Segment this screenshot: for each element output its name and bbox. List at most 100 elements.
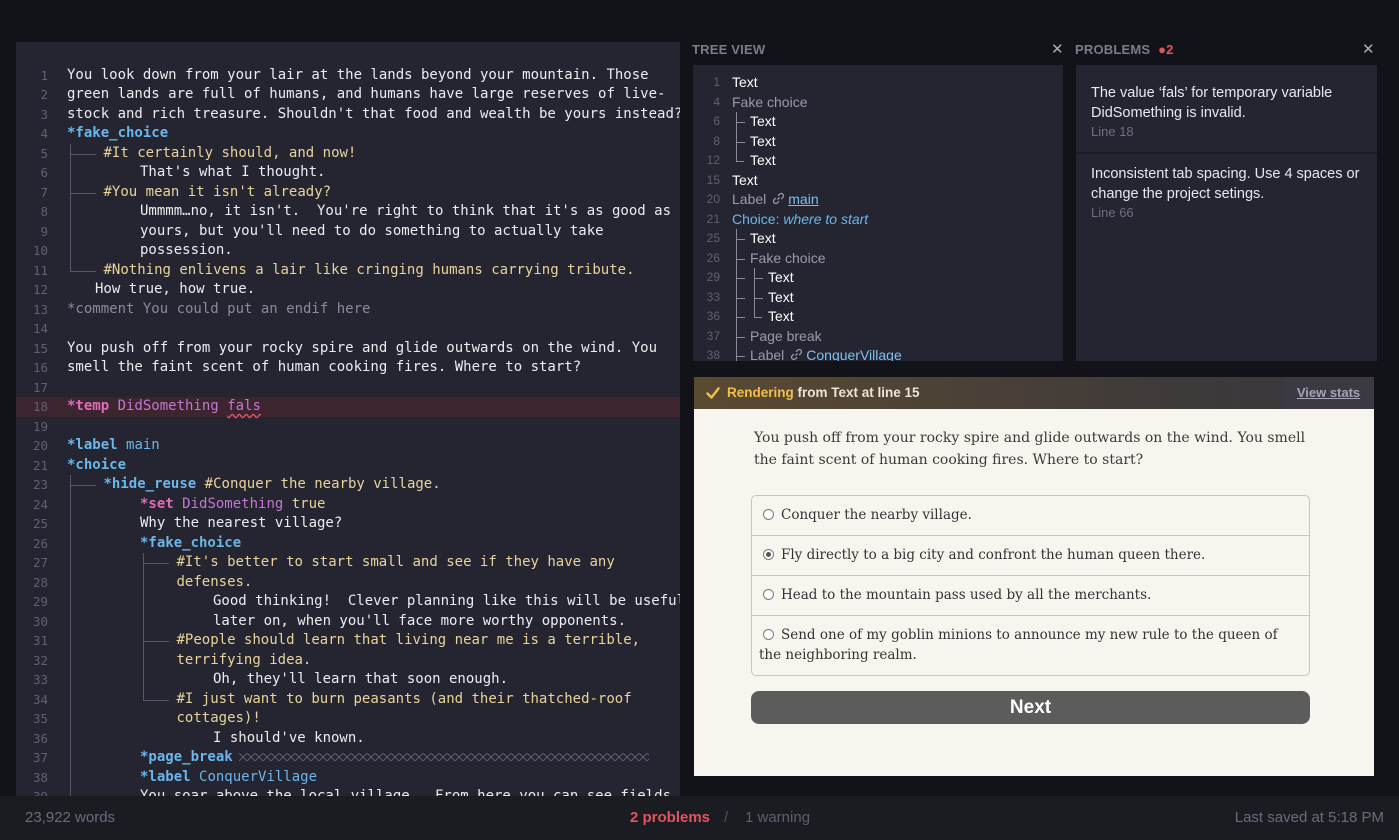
choice-list: Conquer the nearby village. Fly directly … [751, 495, 1310, 676]
code-line[interactable]: 3 stock and rich treasure. Shouldn't that… [16, 105, 680, 125]
tree-node[interactable]: 4 Fake choice [693, 93, 1063, 113]
choice-option[interactable]: Conquer the nearby village. [752, 496, 1309, 535]
tree-node-type: Text [768, 269, 794, 285]
radio-button[interactable] [763, 629, 774, 640]
warnings-count-link[interactable]: 1 warning [745, 809, 810, 826]
code-line[interactable]: 7 #You mean it isn't already? [16, 182, 680, 203]
code-line[interactable]: 28 defenses. [16, 572, 680, 593]
indent-guide [104, 729, 141, 749]
tree-node[interactable]: 8 Text [693, 131, 1063, 151]
line-number: 6 [40, 165, 48, 180]
next-button[interactable]: Next [751, 691, 1310, 724]
tree-node[interactable]: 33 Text [693, 287, 1063, 307]
code-line[interactable]: 2 green lands are full of humans, and hum… [16, 85, 680, 105]
tree-node[interactable]: 26 Fake choice [693, 248, 1063, 268]
tree-node[interactable]: 25 Text [693, 229, 1063, 249]
code-line[interactable]: 15 You push off from your rocky spire and… [16, 339, 680, 359]
code-line[interactable]: 8 Ummmm…no, it isn't. You're right to thi… [16, 202, 680, 222]
rendering-status: Rendering from Text at line 15 [727, 377, 920, 409]
indent-guide [67, 241, 104, 261]
problem-item[interactable]: Inconsistent tab spacing. Use 4 spaces o… [1076, 165, 1377, 220]
tree-node[interactable]: 15 Text [693, 171, 1063, 191]
tree-node[interactable]: 36 Text [693, 307, 1063, 327]
code-line[interactable]: 11 #Nothing enlivens a lair like cringing… [16, 260, 680, 281]
tree-view-close-icon[interactable]: ✕ [1051, 40, 1064, 58]
tree-node[interactable]: 37 Page break [693, 326, 1063, 346]
code-line[interactable]: 1 You look down from your lair at the lan… [16, 66, 680, 86]
indent-guide [177, 612, 214, 632]
tree-node[interactable]: 21 Choice: where to start [693, 210, 1063, 230]
code-line[interactable]: 37 *page_break [16, 748, 680, 768]
code-line[interactable]: 20 *label main [16, 436, 680, 456]
problems-count-link[interactable]: 2 problems [630, 809, 710, 826]
radio-button[interactable] [763, 589, 774, 600]
code-line[interactable]: 17 [16, 378, 680, 398]
indent-guide [67, 260, 104, 281]
code-line[interactable]: 4 *fake_choice [16, 124, 680, 144]
code-line[interactable]: 9 yours, but you'll need to do something … [16, 221, 680, 242]
indent-guide [104, 592, 141, 612]
tree-node[interactable]: 38 Label ConquerVillage [693, 346, 1063, 361]
code-line[interactable]: 31 #People should learn that living near … [16, 631, 680, 651]
code-line[interactable]: 30 later on, when you'll face more worthy… [16, 611, 680, 632]
label-link[interactable]: ConquerVillage [806, 347, 901, 361]
code-line[interactable]: 24 *set DidSomething true [16, 494, 680, 515]
problem-item[interactable]: The value ‘fals’ for temporary variable … [1076, 84, 1377, 139]
code-line[interactable]: 14 [16, 319, 680, 339]
tree-node-type: Page break [750, 327, 822, 344]
problems-close-icon[interactable]: ✕ [1362, 40, 1375, 58]
tree-guide [736, 326, 750, 346]
view-stats-link[interactable]: View stats [1283, 377, 1374, 409]
indent-guide [67, 728, 104, 749]
code-line[interactable]: 38 *label ConquerVillage [16, 767, 680, 788]
code-line[interactable]: 39 You soar above the local village. From… [16, 787, 680, 796]
code-line[interactable]: 35 cottages)! [16, 709, 680, 729]
radio-button[interactable] [763, 549, 774, 560]
indent-guide [104, 631, 141, 651]
tree-node[interactable]: 1 Text [693, 73, 1063, 93]
line-number: 31 [32, 633, 48, 648]
code-text: smell the faint scent of human cooking f… [67, 358, 581, 378]
code-line[interactable]: 19 [16, 417, 680, 437]
code-line[interactable]: 29 Good thinking! Clever planning like th… [16, 592, 680, 612]
code-line[interactable]: 26 *fake_choice [16, 533, 680, 554]
indent-guide [140, 650, 177, 671]
error-dot-icon: ● [1158, 42, 1167, 57]
code-editor[interactable]: 1 You look down from your lair at the lan… [16, 42, 680, 796]
code-line[interactable]: 27 #It's better to start small and see if… [16, 553, 680, 573]
code-line[interactable]: 12 How true, how true. [16, 280, 680, 300]
tree-node[interactable]: 12 Text [693, 151, 1063, 171]
choice-option[interactable]: Fly directly to a big city and confront … [752, 535, 1309, 575]
problems-count: 2 [1166, 42, 1174, 57]
tree-node[interactable]: 29 Text [693, 268, 1063, 288]
tree-node-type: Text [750, 230, 776, 246]
tree-line-number: 21 [706, 211, 720, 226]
code-token: cottages)! [176, 710, 261, 726]
problems-title: PROBLEMS ●2 [1075, 42, 1174, 57]
code-line[interactable]: 23 *hide_reuse #Conquer the nearby villag… [16, 475, 680, 495]
tree-node[interactable]: 20 Label main [693, 190, 1063, 210]
code-text: Why the nearest village? [67, 514, 342, 534]
tree-node[interactable]: 6 Text [693, 112, 1063, 132]
choice-option[interactable]: Send one of my goblin minions to announc… [752, 615, 1309, 675]
code-line[interactable]: 34 #I just want to burn peasants (and the… [16, 689, 680, 710]
code-line[interactable]: 21 *choice [16, 456, 680, 476]
radio-button[interactable] [763, 509, 774, 520]
code-line[interactable]: 6 That's what I thought. [16, 163, 680, 183]
code-line[interactable]: 25 Why the nearest village? [16, 514, 680, 534]
code-line[interactable]: 5 #It certainly should, and now! [16, 143, 680, 164]
code-text: defenses. [67, 572, 252, 593]
tree-guide [736, 131, 750, 151]
label-link[interactable]: main [788, 191, 818, 207]
code-line[interactable]: 10 possession. [16, 241, 680, 261]
code-line[interactable]: 16 smell the faint scent of human cooking… [16, 358, 680, 378]
code-line[interactable]: 36 I should've known. [16, 728, 680, 749]
choice-option-label: Head to the mountain pass used by all th… [781, 587, 1152, 603]
last-saved: Last saved at 5:18 PM [1234, 809, 1384, 826]
code-line[interactable]: 33 Oh, they'll learn that soon enough. [16, 670, 680, 690]
code-text: You soar above the local village. From h… [67, 787, 671, 796]
code-line[interactable]: 13 *comment You could put an endif here [16, 300, 680, 320]
choice-option[interactable]: Head to the mountain pass used by all th… [752, 575, 1309, 615]
code-line[interactable]: 32 terrifying idea. [16, 650, 680, 671]
code-line-error[interactable]: 18 *temp DidSomething fals [16, 397, 680, 417]
